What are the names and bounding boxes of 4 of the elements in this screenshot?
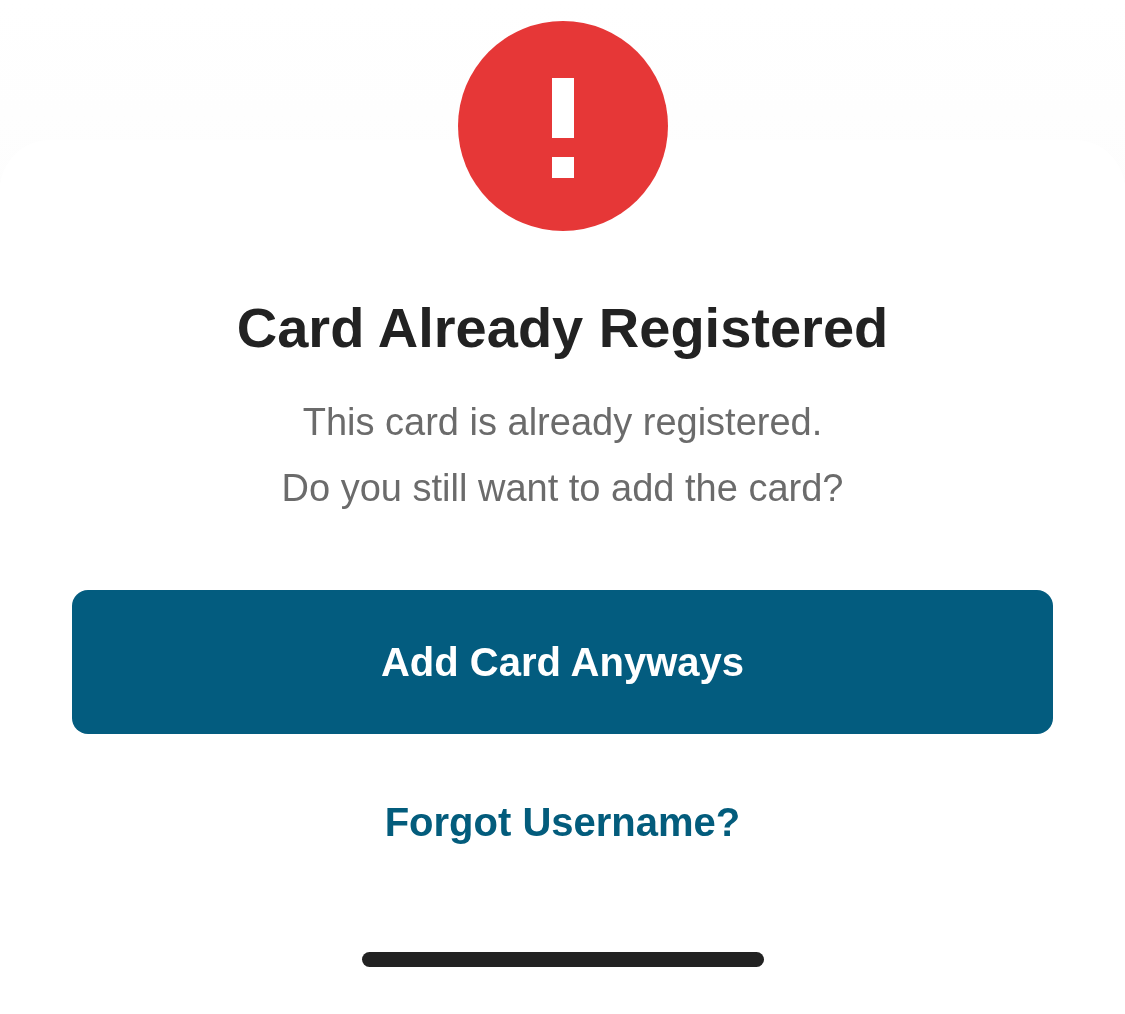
message-line: Do you still want to add the card? xyxy=(281,466,844,510)
forgot-username-link[interactable]: Forgot Username? xyxy=(384,792,741,852)
add-card-button[interactable]: Add Card Anyways xyxy=(72,590,1053,734)
message-line: This card is already registered. xyxy=(302,400,823,444)
